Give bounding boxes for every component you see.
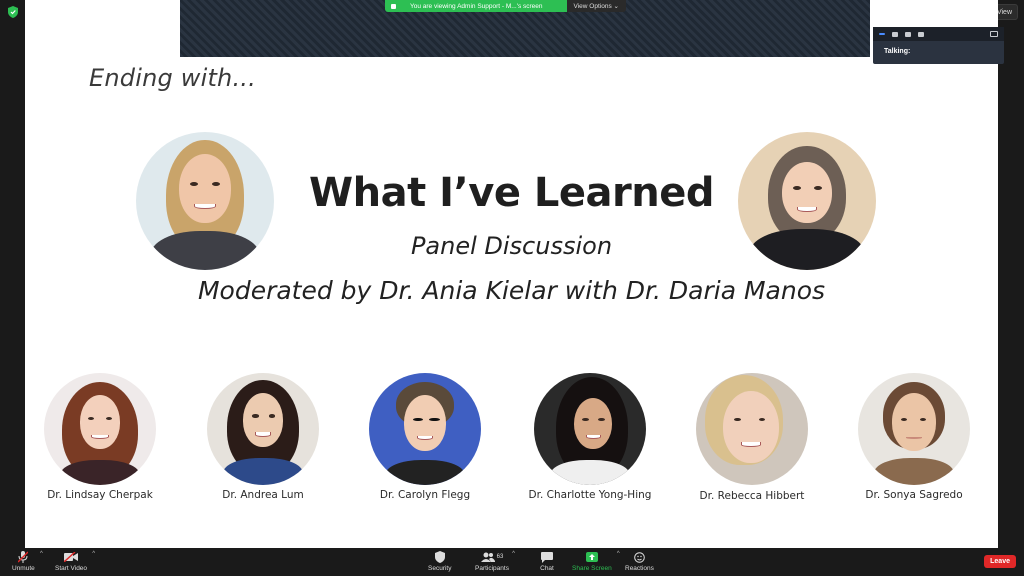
screen-share-banner: You are viewing Admin Support - M...'s s… [385,0,626,12]
participants-label: Participants [475,565,509,572]
share-screen-icon [584,551,600,563]
strip-view-icon[interactable] [905,31,911,37]
reactions-button[interactable]: Reactions [625,551,654,572]
panelist-photo [534,373,646,485]
security-shield-icon [432,551,448,563]
share-screen-label: Share Screen [572,565,612,572]
participants-button[interactable]: 63 Participants ^ [475,551,515,572]
unmute-button[interactable]: Unmute ^ [12,551,43,572]
encryption-shield-icon[interactable] [8,6,18,18]
panelist-photo [44,373,156,485]
reactions-label: Reactions [625,565,654,572]
minimize-icon[interactable] [879,33,885,35]
chat-button[interactable]: Chat [539,551,555,572]
leave-button[interactable]: Leave [984,555,1016,568]
moderators-line: Moderated by Dr. Ania Kielar with Dr. Da… [197,276,826,305]
security-button[interactable]: Security [428,551,451,572]
panelist-name: Dr. Lindsay Cherpak [47,489,153,501]
panelist-photo [696,373,808,485]
panelist-name: Dr. Rebecca Hibbert [699,490,805,502]
gallery-view-icon[interactable] [918,31,924,37]
slide-subtitle: Panel Discussion [410,232,613,260]
video-off-icon [63,551,79,563]
participants-caret-icon[interactable]: ^ [512,551,515,557]
meeting-toolbar: Unmute ^ Start Video ^ Security 63 Parti… [0,548,1024,576]
share-options-caret-icon[interactable]: ^ [617,551,620,557]
audio-options-caret-icon[interactable]: ^ [40,551,43,557]
security-label: Security [428,565,452,572]
start-video-button[interactable]: Start Video ^ [55,551,95,572]
panelist-photo [858,373,970,485]
ending-text: Ending with... [89,64,256,92]
chat-icon [539,551,555,563]
view-label: View [996,8,1012,16]
panelist-name: Dr. Carolyn Flegg [379,489,471,501]
screen-share-icon [391,3,396,9]
share-screen-button[interactable]: Share Screen ^ [572,551,620,572]
start-video-label: Start Video [55,565,88,572]
panelist-name: Dr. Charlotte Yong-Hing [528,489,652,501]
talking-panel: Talking: [873,27,1004,64]
panelist-name: Dr. Sonya Sagredo [865,489,963,501]
panelist-photo [369,373,481,485]
participants-icon: 63 [478,551,506,563]
expand-icon[interactable] [990,31,998,37]
shared-screen: Ending with... What I’ve Learned Panel D… [25,0,998,548]
panelist-photo [207,373,319,485]
panelist-name: Dr. Andrea Lum [222,489,304,501]
view-options-button[interactable]: View Options ⌄ [566,0,626,12]
participants-count: 63 [496,554,504,560]
slide-title: What I’ve Learned [309,170,714,216]
viewing-indicator: You are viewing Admin Support - M...'s s… [385,0,567,12]
talking-label: Talking: [884,48,911,55]
speaker-view-icon[interactable] [892,31,898,37]
chat-label: Chat [540,565,554,572]
viewing-message: You are viewing Admin Support - M...'s s… [410,2,543,10]
talking-panel-toolbar [873,27,1004,41]
video-options-caret-icon[interactable]: ^ [92,551,95,557]
muted-microphone-icon [15,551,31,563]
unmute-label: Unmute [12,565,35,572]
reactions-smiley-icon [631,551,647,563]
